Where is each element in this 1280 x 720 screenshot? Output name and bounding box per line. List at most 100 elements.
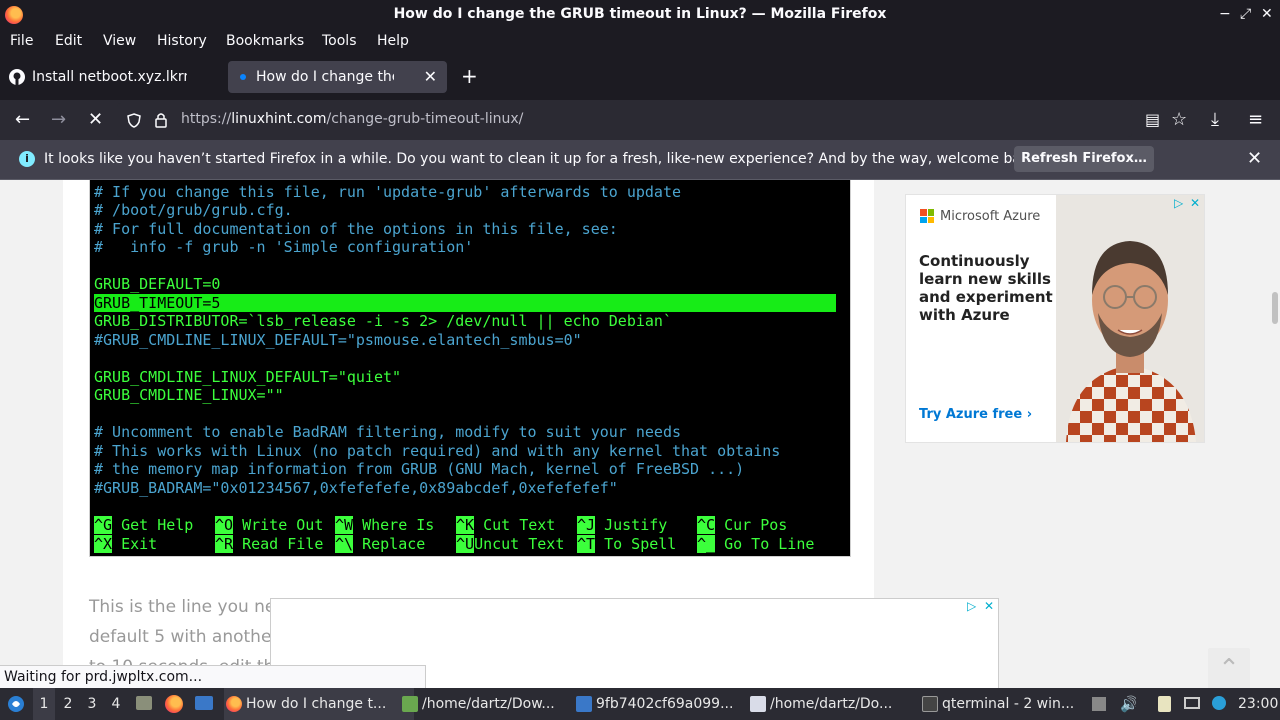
workspace-1[interactable]: 1 bbox=[33, 688, 55, 720]
scrollbar-thumb[interactable] bbox=[1272, 292, 1278, 324]
workspace-2[interactable]: 2 bbox=[57, 688, 79, 720]
ad-brand: Microsoft Azure bbox=[940, 209, 1041, 224]
taskbar-window-folder[interactable]: 9fb7402cf69a099... bbox=[574, 688, 764, 720]
notification-message: It looks like you haven’t started Firefo… bbox=[44, 151, 1043, 167]
taskbar-window-label: /home/dartz/Do... bbox=[770, 696, 893, 712]
tab-label: Install netboot.xyz.lkrn in bbox=[32, 69, 187, 85]
menu-view[interactable]: View bbox=[103, 33, 136, 49]
shield-icon[interactable] bbox=[127, 113, 141, 128]
lock-icon[interactable] bbox=[155, 112, 167, 128]
stop-button[interactable]: ✕ bbox=[88, 109, 103, 130]
back-button[interactable]: ← bbox=[15, 109, 30, 130]
loading-indicator-icon bbox=[240, 74, 246, 80]
tab-netboot[interactable]: Install netboot.xyz.lkrn in bbox=[0, 61, 224, 93]
network-icon[interactable] bbox=[1184, 688, 1202, 720]
nano-shortcut: ^R Read File bbox=[215, 535, 324, 553]
close-window-button[interactable]: ✕ bbox=[1261, 6, 1273, 22]
text-editor-icon bbox=[750, 696, 766, 712]
taskbar-window-editor[interactable]: /home/dartz/Do... bbox=[748, 688, 938, 720]
terminal-line: # the memory map information from GRUB (… bbox=[94, 460, 745, 478]
show-desktop-button[interactable] bbox=[193, 688, 215, 720]
ad-cta-link[interactable]: Try Azure free › bbox=[919, 407, 1032, 422]
terminal-line: GRUB_CMDLINE_LINUX_DEFAULT="quiet" bbox=[94, 368, 402, 386]
terminal-line: # Uncomment to enable BadRAM filtering, … bbox=[94, 423, 681, 441]
terminal-line: # If you change this file, run 'update-g… bbox=[94, 183, 681, 201]
menu-help[interactable]: Help bbox=[377, 33, 409, 49]
app-menu-icon[interactable]: ≡ bbox=[1248, 109, 1263, 130]
status-text: Waiting for prd.jwpltx.com... bbox=[4, 669, 203, 685]
taskbar-window-label: How do I change t... bbox=[246, 696, 387, 712]
notification-bar: i It looks like you haven’t started Fire… bbox=[0, 140, 1280, 180]
clipboard-icon[interactable] bbox=[1158, 688, 1174, 720]
file-manager-launcher[interactable] bbox=[135, 688, 153, 720]
menu-file[interactable]: File bbox=[10, 33, 33, 49]
start-menu-button[interactable] bbox=[5, 688, 27, 720]
taskbar-window-archive[interactable]: /home/dartz/Dow... bbox=[400, 688, 590, 720]
menu-history[interactable]: History bbox=[157, 33, 207, 49]
terminal-line: #GRUB_BADRAM="0x01234567,0xfefefefe,0x89… bbox=[94, 479, 618, 497]
terminal-icon bbox=[922, 696, 938, 712]
taskbar-window-label: qterminal - 2 win... bbox=[942, 696, 1075, 712]
update-notifier-icon[interactable] bbox=[1212, 688, 1228, 720]
tab-grub-timeout[interactable]: How do I change the GRUB timeout in Linu… bbox=[228, 61, 447, 93]
workspace-4[interactable]: 4 bbox=[105, 688, 127, 720]
workspace-3[interactable]: 3 bbox=[81, 688, 103, 720]
nano-shortcut: ^G Get Help bbox=[94, 516, 194, 534]
close-notification-icon[interactable]: ✕ bbox=[1247, 148, 1262, 169]
downloads-icon[interactable]: ⤓ bbox=[1211, 109, 1219, 130]
desktop-icon bbox=[195, 696, 213, 710]
menu-tools[interactable]: Tools bbox=[322, 33, 357, 49]
ad-close-icon[interactable]: ✕ bbox=[984, 599, 994, 613]
firefox-launcher[interactable] bbox=[163, 688, 185, 720]
ad-close-icon[interactable]: ✕ bbox=[1190, 196, 1200, 210]
bookmark-star-icon[interactable]: ☆ bbox=[1171, 109, 1187, 130]
forward-button[interactable]: → bbox=[51, 109, 66, 130]
page-scrollbar[interactable] bbox=[1270, 180, 1280, 688]
archive-icon bbox=[402, 696, 418, 712]
github-icon bbox=[9, 69, 25, 85]
tab-label: How do I change the GRUB timeout in Linu… bbox=[256, 69, 394, 85]
terminal-line: GRUB_CMDLINE_LINUX="" bbox=[94, 386, 284, 404]
adchoices-icon[interactable]: ▷ bbox=[967, 599, 976, 613]
menu-edit[interactable]: Edit bbox=[55, 33, 82, 49]
firefox-icon bbox=[165, 695, 183, 713]
nano-shortcut: ^T To Spell bbox=[577, 535, 677, 553]
minimize-button[interactable]: − bbox=[1219, 6, 1231, 22]
back-to-top-button[interactable]: ⌃ bbox=[1208, 648, 1250, 690]
terminal-screenshot: # If you change this file, run 'update-g… bbox=[89, 180, 851, 557]
reader-view-icon[interactable]: ▤ bbox=[1145, 110, 1160, 129]
taskbar: 1 2 3 4 How do I change t... /home/dartz… bbox=[0, 688, 1280, 720]
terminal-line: GRUB_DEFAULT=0 bbox=[94, 275, 221, 293]
nano-shortcut: ^X Exit bbox=[94, 535, 158, 553]
azure-ad[interactable]: Microsoft Azure Continuously learn new s… bbox=[905, 194, 1205, 443]
tray-package-icon[interactable] bbox=[1092, 688, 1108, 720]
volume-icon[interactable]: 🔊 bbox=[1120, 688, 1136, 720]
taskbar-window-qterminal[interactable]: qterminal - 2 win... bbox=[920, 688, 1104, 720]
adchoices-icon[interactable]: ▷ bbox=[1174, 196, 1183, 210]
firefox-icon bbox=[226, 696, 242, 712]
url-bar[interactable]: https://linuxhint.com/change-grub-timeou… bbox=[117, 103, 1132, 137]
taskbar-window-firefox[interactable]: How do I change t... bbox=[224, 688, 414, 720]
taskbar-window-label: 9fb7402cf69a099... bbox=[596, 696, 734, 712]
menu-bookmarks[interactable]: Bookmarks bbox=[226, 33, 304, 49]
tab-bar: Install netboot.xyz.lkrn in How do I cha… bbox=[0, 54, 1280, 100]
nano-shortcut: ^K Cut Text bbox=[456, 516, 556, 534]
nano-shortcut: ^_ Go To Line bbox=[697, 535, 815, 553]
ad-photo bbox=[1056, 195, 1204, 442]
nano-shortcut: ^\ Replace bbox=[335, 535, 426, 553]
file-manager-icon bbox=[136, 696, 152, 710]
terminal-line: GRUB_DISTRIBUTOR=`lsb_release -i -s 2> /… bbox=[94, 312, 672, 330]
terminal-line: # For full documentation of the options … bbox=[94, 220, 618, 238]
close-tab-icon[interactable]: ✕ bbox=[424, 67, 437, 86]
status-bar: Waiting for prd.jwpltx.com... bbox=[0, 665, 426, 690]
clock[interactable]: 23:00 bbox=[1238, 688, 1278, 720]
window-title: How do I change the GRUB timeout in Linu… bbox=[393, 6, 887, 22]
ad-headline: Continuously learn new skills and experi… bbox=[919, 252, 1053, 324]
terminal-line: # info -f grub -n 'Simple configuration' bbox=[94, 238, 474, 256]
new-tab-button[interactable]: + bbox=[461, 64, 478, 88]
taskbar-window-label: /home/dartz/Dow... bbox=[422, 696, 555, 712]
refresh-firefox-button[interactable]: Refresh Firefox… bbox=[1014, 146, 1154, 172]
maximize-button[interactable]: ⤢ bbox=[1240, 6, 1251, 22]
info-icon: i bbox=[19, 151, 35, 167]
url-text[interactable]: https://linuxhint.com/change-grub-timeou… bbox=[181, 111, 523, 127]
